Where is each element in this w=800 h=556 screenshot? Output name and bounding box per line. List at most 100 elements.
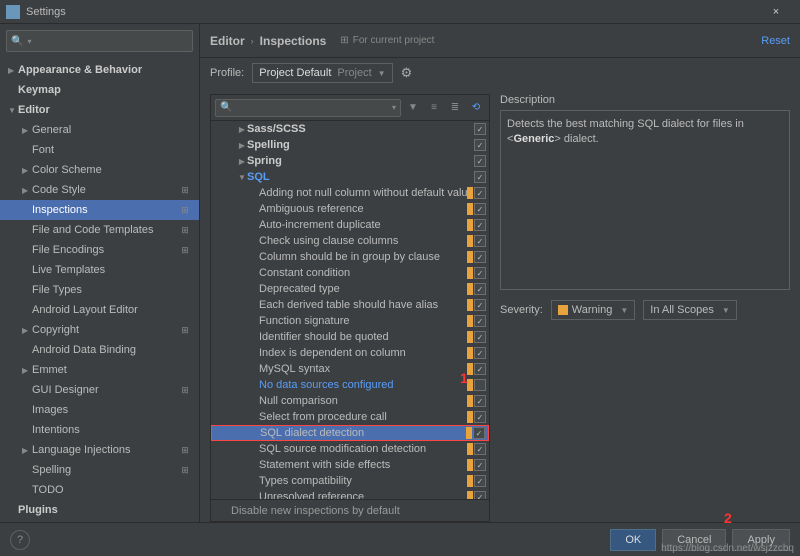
inspection-checkbox[interactable]: ✓ [474,475,486,487]
inspection-row[interactable]: Statement with side effects✓ [211,457,489,473]
inspection-checkbox[interactable]: ✓ [474,187,486,199]
inspection-checkbox[interactable]: ✓ [474,347,486,359]
inspection-row[interactable]: SQL source modification detection✓ [211,441,489,457]
inspections-toolbar: 🔍 ▾ ▼ ≡ ≣ ⟲ [211,95,489,121]
inspection-row[interactable]: Types compatibility ✓ [211,473,489,489]
inspection-checkbox[interactable]: ✓ [474,283,486,295]
inspection-checkbox[interactable]: ✓ [474,331,486,343]
tree-item-label: Live Templates [32,264,199,276]
sidebar-item-plugins[interactable]: Plugins [0,500,199,520]
scope-value: In All Scopes [650,304,714,316]
sidebar-item-keymap[interactable]: Keymap [0,80,199,100]
inspection-checkbox[interactable]: ✓ [474,251,486,263]
sidebar-item-todo[interactable]: TODO [0,480,199,500]
sidebar-item-language-injections[interactable]: ▶Language Injections⊞ [0,440,199,460]
sidebar-item-android-data-binding[interactable]: Android Data Binding [0,340,199,360]
inspection-checkbox[interactable]: ✓ [474,171,486,183]
severity-combo[interactable]: Warning ▼ [551,300,635,320]
sidebar-item-font[interactable]: Font [0,140,199,160]
sidebar-item-version-control[interactable]: ▶Version Control [0,520,199,522]
inspection-row[interactable]: Index is dependent on column✓ [211,345,489,361]
inspection-checkbox[interactable]: ✓ [473,427,485,439]
collapse-icon[interactable]: ≣ [446,99,464,117]
sidebar-item-gui-designer[interactable]: GUI Designer⊞ [0,380,199,400]
reset-filter-icon[interactable]: ⟲ [467,99,485,117]
inspection-row[interactable]: ▼SQL✓ [211,169,489,185]
sidebar-item-images[interactable]: Images [0,400,199,420]
inspection-row[interactable]: Function signature✓ [211,313,489,329]
inspection-row[interactable]: Auto-increment duplicate✓ [211,217,489,233]
disable-new-inspections-row[interactable]: Disable new inspections by default [211,499,489,521]
sidebar-item-android-layout-editor[interactable]: Android Layout Editor [0,300,199,320]
inspection-checkbox[interactable]: ✓ [474,155,486,167]
ok-button[interactable]: OK [610,529,656,551]
inspection-row[interactable]: Null comparison✓ [211,393,489,409]
sidebar-item-copyright[interactable]: ▶Copyright⊞ [0,320,199,340]
sidebar-item-general[interactable]: ▶General [0,120,199,140]
scope-combo[interactable]: In All Scopes ▼ [643,300,737,320]
inspection-label: Adding not null column without default v… [259,187,467,199]
breadcrumb-editor[interactable]: Editor [210,34,245,48]
apply-button[interactable]: Apply [732,529,790,551]
inspection-row[interactable]: Ambiguous reference✓ [211,201,489,217]
inspection-row[interactable]: Select from procedure call✓ [211,409,489,425]
inspection-row[interactable]: Adding not null column without default v… [211,185,489,201]
cancel-button[interactable]: Cancel [662,529,726,551]
inspection-row[interactable]: Each derived table should have alias✓ [211,297,489,313]
inspection-row[interactable]: Column should be in group by clause✓ [211,249,489,265]
profile-combo[interactable]: Project Default Project ▼ [252,63,392,83]
inspection-row[interactable]: ▶Spelling✓ [211,137,489,153]
sidebar-item-file-and-code-templates[interactable]: File and Code Templates⊞ [0,220,199,240]
inspection-checkbox[interactable]: ✓ [474,299,486,311]
inspection-row[interactable]: Deprecated type✓ [211,281,489,297]
inspection-row[interactable]: No data sources configured [211,377,489,393]
inspection-label: Types compatibility [259,475,467,487]
inspection-checkbox[interactable]: ✓ [474,443,486,455]
sidebar-item-appearance-behavior[interactable]: ▶Appearance & Behavior [0,60,199,80]
sidebar-item-color-scheme[interactable]: ▶Color Scheme [0,160,199,180]
sidebar-search[interactable]: 🔍 ▾ [6,30,193,52]
sidebar-item-editor[interactable]: ▼Editor [0,100,199,120]
description-text2: > dialect. [554,133,598,145]
expand-icon[interactable]: ≡ [425,99,443,117]
sidebar-item-inspections[interactable]: Inspections⊞ [0,200,199,220]
inspection-checkbox[interactable]: ✓ [474,235,486,247]
sidebar-item-emmet[interactable]: ▶Emmet [0,360,199,380]
inspection-row[interactable]: MySQL syntax✓ [211,361,489,377]
gear-icon[interactable]: ⚙ [401,65,413,81]
sidebar-item-code-style[interactable]: ▶Code Style⊞ [0,180,199,200]
inspection-checkbox[interactable]: ✓ [474,315,486,327]
sidebar-item-live-templates[interactable]: Live Templates [0,260,199,280]
filter-icon[interactable]: ▼ [404,99,422,117]
reset-link[interactable]: Reset [761,35,790,47]
help-button[interactable]: ? [10,530,30,550]
inspection-checkbox[interactable]: ✓ [474,123,486,135]
inspection-checkbox[interactable]: ✓ [474,219,486,231]
sidebar-item-file-types[interactable]: File Types [0,280,199,300]
inspection-row[interactable]: Check using clause columns✓ [211,233,489,249]
inspection-checkbox[interactable]: ✓ [474,363,486,375]
sidebar-item-spelling[interactable]: Spelling⊞ [0,460,199,480]
inspection-checkbox[interactable]: ✓ [474,203,486,215]
inspection-row[interactable]: ▶Sass/SCSS✓ [211,121,489,137]
tree-item-label: Intentions [32,424,199,436]
close-icon[interactable]: × [758,2,794,22]
inspection-row[interactable]: Constant condition✓ [211,265,489,281]
project-scope-icon: ⊞ [179,204,191,216]
inspection-row[interactable]: Unresolved reference✓ [211,489,489,499]
inspection-checkbox[interactable]: ✓ [474,395,486,407]
tree-item-label: Android Data Binding [32,344,199,356]
inspection-checkbox[interactable] [474,379,486,391]
inspection-row[interactable]: ▶Spring✓ [211,153,489,169]
inspection-row[interactable]: SQL dialect detection✓ [211,425,489,441]
sidebar-item-intentions[interactable]: Intentions [0,420,199,440]
inspection-checkbox[interactable]: ✓ [474,411,486,423]
inspections-tree[interactable]: ▶Sass/SCSS✓▶Spelling✓▶Spring✓▼SQL✓ Adding… [211,121,489,499]
inspection-checkbox[interactable]: ✓ [474,491,486,499]
sidebar-item-file-encodings[interactable]: File Encodings⊞ [0,240,199,260]
inspections-search[interactable]: 🔍 ▾ [215,99,401,117]
inspection-checkbox[interactable]: ✓ [474,139,486,151]
inspection-checkbox[interactable]: ✓ [474,267,486,279]
inspection-row[interactable]: Identifier should be quoted✓ [211,329,489,345]
inspection-checkbox[interactable]: ✓ [474,459,486,471]
